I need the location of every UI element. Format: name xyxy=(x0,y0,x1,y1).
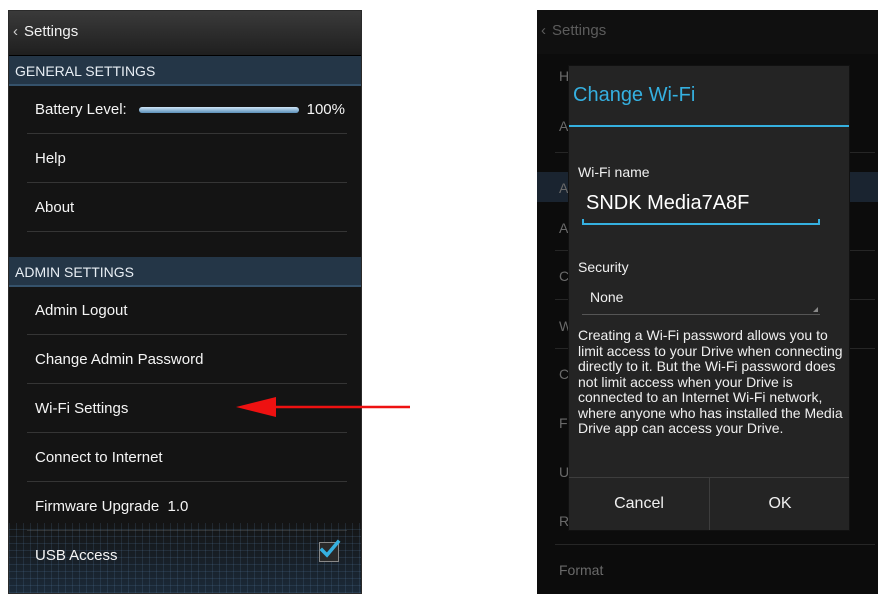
battery-level-value: 100% xyxy=(306,101,345,118)
dimmed-item-label: A xyxy=(559,220,569,236)
red-arrow-icon xyxy=(236,397,410,417)
settings-title[interactable]: Settings xyxy=(552,22,606,39)
battery-level-bar xyxy=(139,107,299,113)
input-underline xyxy=(582,219,820,225)
back-chevron-icon[interactable]: ‹ xyxy=(13,23,18,40)
settings-item-label: About xyxy=(35,199,75,216)
dimmed-item-label: A xyxy=(559,118,569,134)
security-label: Security xyxy=(578,259,629,275)
battery-level-fill xyxy=(139,107,299,113)
dropdown-corner-icon xyxy=(813,307,818,312)
settings-item-label: Admin Logout xyxy=(35,302,128,319)
dimmed-item-label: F xyxy=(559,415,568,431)
settings-item-label: Change Admin Password xyxy=(35,351,204,368)
settings-title[interactable]: Settings xyxy=(24,23,78,40)
security-selected-value: None xyxy=(590,289,624,305)
settings-item-admin-logout[interactable]: Admin Logout xyxy=(27,287,347,335)
settings-item-connect-to-internet[interactable]: Connect to Internet xyxy=(27,434,347,482)
cancel-button[interactable]: Cancel xyxy=(569,478,710,530)
dialog-title-divider xyxy=(569,125,849,127)
admin-settings-header: ADMIN SETTINGS xyxy=(9,257,361,287)
battery-level-row: Battery Level: 100% xyxy=(27,86,347,134)
back-chevron-icon[interactable]: ‹ xyxy=(541,22,546,39)
wifi-dialog-screen: ‹ Settings H A AD A C W C F U R Format C… xyxy=(537,10,878,594)
divider xyxy=(555,544,875,545)
change-wifi-dialog: Change Wi-Fi Wi-Fi name SNDK Media7A8F S… xyxy=(568,65,850,531)
wifi-name-input[interactable]: SNDK Media7A8F xyxy=(582,187,820,225)
settings-item-label: Connect to Internet xyxy=(35,449,163,466)
settings-item-about[interactable]: About xyxy=(27,184,347,232)
usb-access-checkbox[interactable] xyxy=(319,539,341,562)
settings-item-label: USB Access xyxy=(35,547,118,564)
settings-item-help[interactable]: Help xyxy=(27,135,347,183)
settings-item-usb-access[interactable]: USB Access xyxy=(27,532,347,580)
dimmed-item-format: Format xyxy=(559,562,604,578)
admin-settings-header-label: ADMIN SETTINGS xyxy=(15,264,135,280)
settings-item-label: Wi-Fi Settings xyxy=(35,400,129,417)
general-settings-header: GENERAL SETTINGS xyxy=(9,56,361,86)
top-bar: ‹ Settings xyxy=(9,11,361,56)
settings-screen: ‹ Settings GENERAL SETTINGS Battery Leve… xyxy=(8,10,362,594)
top-bar: ‹ Settings xyxy=(537,10,878,54)
wifi-password-info-text: Creating a Wi-Fi password allows you to … xyxy=(578,327,843,436)
general-settings-header-label: GENERAL SETTINGS xyxy=(15,63,156,79)
dialog-button-bar: Cancel OK xyxy=(569,477,849,530)
settings-item-change-admin-password[interactable]: Change Admin Password xyxy=(27,336,347,384)
wifi-name-label: Wi-Fi name xyxy=(578,164,650,180)
ok-button[interactable]: OK xyxy=(710,478,850,530)
settings-item-label: Firmware Upgrade 1.0 xyxy=(35,498,189,515)
wifi-name-value: SNDK Media7A8F xyxy=(586,192,750,214)
checkmark-icon xyxy=(319,539,341,558)
security-dropdown[interactable]: None xyxy=(582,284,820,315)
battery-level-label: Battery Level: xyxy=(35,101,127,118)
settings-item-label: Help xyxy=(35,150,66,167)
dialog-title: Change Wi-Fi xyxy=(573,84,696,106)
